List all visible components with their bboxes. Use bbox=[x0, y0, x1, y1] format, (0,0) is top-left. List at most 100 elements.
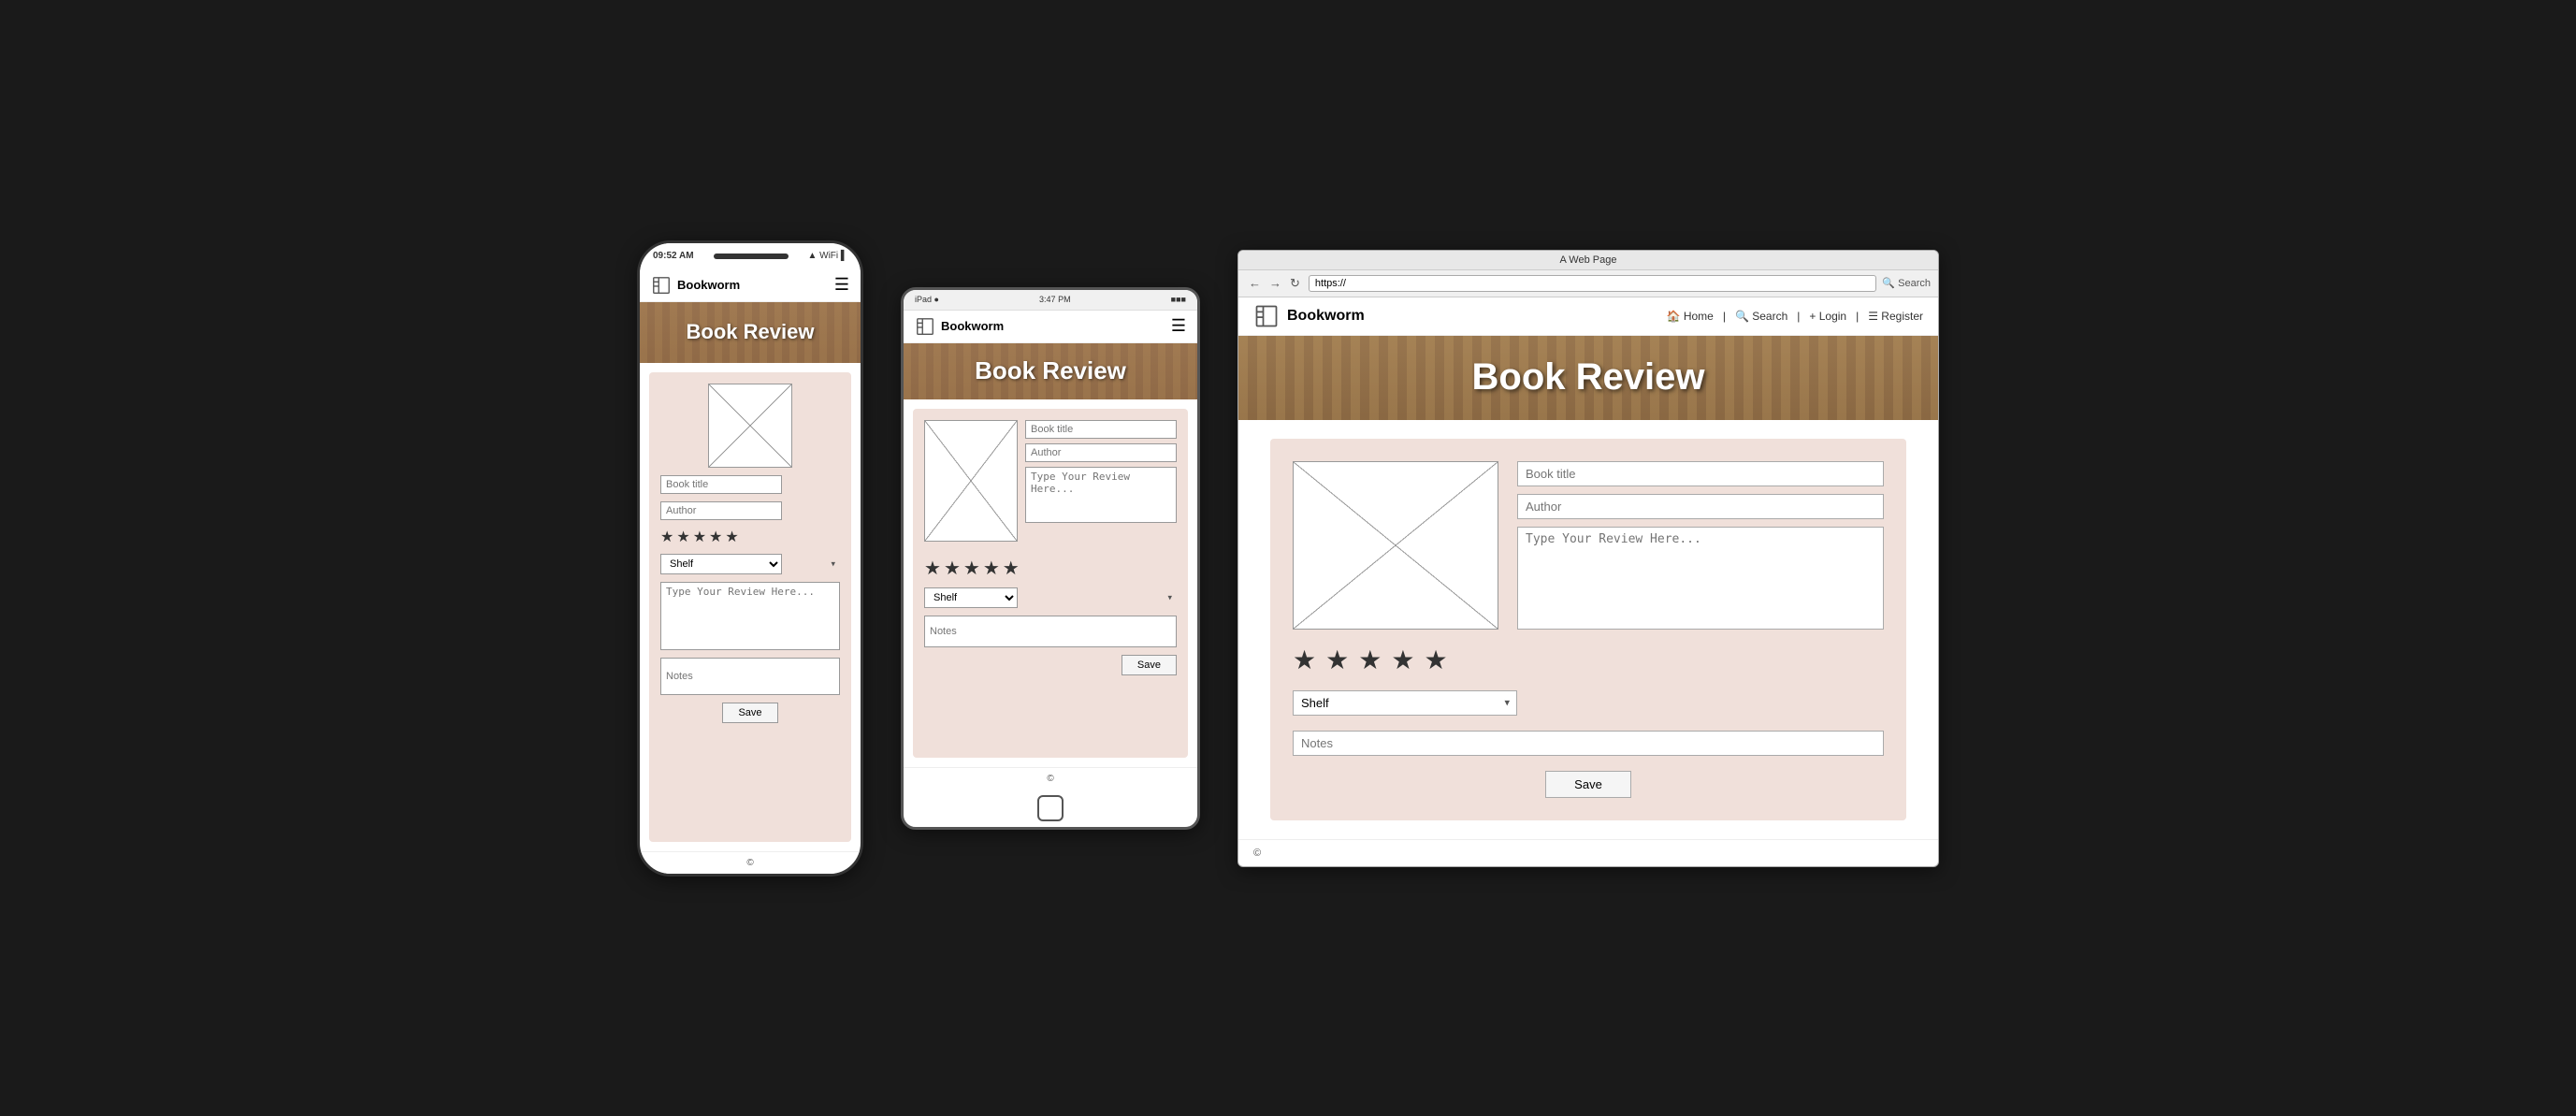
tablet-star-1[interactable]: ★ bbox=[924, 557, 941, 580]
phone-save-button[interactable]: Save bbox=[722, 703, 777, 723]
browser-copyright: © bbox=[1253, 848, 1261, 859]
tablet-status-bar: iPad ● 3:47 PM ■■■ bbox=[904, 290, 1197, 311]
tablet-book-title-input[interactable] bbox=[1025, 420, 1177, 439]
tablet-star-3[interactable]: ★ bbox=[963, 557, 980, 580]
tablet-hero-title: Book Review bbox=[975, 356, 1126, 385]
tablet-right-column bbox=[1025, 420, 1177, 542]
browser-form-card: ★ ★ ★ ★ ★ Shelf Read Reading Want to Rea… bbox=[1270, 439, 1906, 820]
phone-form-area: ★ ★ ★ ★ ★ Shelf Read Reading Want to Rea… bbox=[649, 372, 851, 842]
tablet-nav: Bookworm ☰ bbox=[904, 311, 1197, 343]
tablet-time: 3:47 PM bbox=[1039, 295, 1071, 304]
browser-star-3[interactable]: ★ bbox=[1358, 645, 1382, 675]
tablet-star-4[interactable]: ★ bbox=[983, 557, 1000, 580]
browser-hero-title: Book Review bbox=[1472, 356, 1705, 399]
browser-title-bar: A Web Page bbox=[1238, 251, 1938, 270]
browser-forward-button[interactable]: → bbox=[1266, 274, 1284, 293]
tablet-logo: Bookworm bbox=[915, 316, 1004, 337]
browser-frame: A Web Page ← → ↻ 🔍 Search Bookworm 🏠 Hom… bbox=[1237, 250, 1939, 867]
browser-star-5[interactable]: ★ bbox=[1424, 645, 1447, 675]
browser-footer: © bbox=[1238, 839, 1938, 866]
nav-register-link[interactable]: ☰ Register bbox=[1868, 310, 1923, 323]
tablet-footer: © bbox=[904, 767, 1197, 790]
tablet-star-2[interactable]: ★ bbox=[944, 557, 961, 580]
browser-stars: ★ ★ ★ ★ ★ bbox=[1293, 645, 1884, 675]
tablet-status-right: ■■■ bbox=[1171, 295, 1186, 304]
tablet-star-5[interactable]: ★ bbox=[1003, 557, 1020, 580]
tablet-book-image bbox=[924, 420, 1018, 542]
phone-book-image bbox=[708, 384, 792, 468]
browser-book-title-input[interactable] bbox=[1517, 461, 1884, 486]
tablet-author-input[interactable] bbox=[1025, 443, 1177, 462]
browser-shelf-wrapper: Shelf Read Reading Want to Read bbox=[1293, 690, 1517, 716]
tablet-shelf-wrapper: Shelf Read Reading Want to Read bbox=[924, 587, 1177, 608]
phone-status-bar: 09:52 AM ▲ WiFi ▌ bbox=[640, 243, 861, 269]
browser-search-label: 🔍 Search bbox=[1882, 277, 1931, 289]
phone-stars: ★ ★ ★ ★ ★ bbox=[660, 528, 840, 546]
phone-logo-text: Bookworm bbox=[677, 278, 740, 292]
browser-back-button[interactable]: ← bbox=[1246, 274, 1264, 293]
phone-hero-title: Book Review bbox=[687, 320, 815, 344]
phone-shelf-select[interactable]: Shelf Read Reading Want to Read bbox=[660, 554, 782, 574]
browser-nav-row: Bookworm 🏠 Home | 🔍 Search | + Login | ☰… bbox=[1238, 297, 1938, 336]
phone-review-textarea[interactable] bbox=[660, 582, 840, 650]
browser-notes-input[interactable] bbox=[1293, 731, 1884, 756]
phone-copyright: © bbox=[746, 858, 753, 868]
tablet-copyright: © bbox=[1047, 774, 1053, 784]
browser-shelf-select[interactable]: Shelf Read Reading Want to Read bbox=[1293, 690, 1517, 716]
phone-star-1[interactable]: ★ bbox=[660, 528, 673, 546]
browser-logo: Bookworm bbox=[1253, 303, 1365, 329]
phone-book-title-input[interactable] bbox=[660, 475, 782, 494]
tablet-notes-input[interactable] bbox=[924, 616, 1177, 647]
tablet-menu-button[interactable]: ☰ bbox=[1171, 316, 1186, 336]
browser-content: ★ ★ ★ ★ ★ Shelf Read Reading Want to Rea… bbox=[1238, 420, 1938, 839]
tablet-review-textarea[interactable] bbox=[1025, 467, 1177, 523]
phone-star-3[interactable]: ★ bbox=[693, 528, 706, 546]
phone-time: 09:52 AM bbox=[653, 251, 694, 261]
phone-hero: Book Review bbox=[640, 302, 861, 363]
tablet-stars: ★ ★ ★ ★ ★ bbox=[924, 557, 1177, 580]
browser-star-1[interactable]: ★ bbox=[1293, 645, 1316, 675]
phone-menu-button[interactable]: ☰ bbox=[834, 275, 849, 295]
tablet-frame: iPad ● 3:47 PM ■■■ Bookworm ☰ Book Revie… bbox=[901, 287, 1200, 830]
phone-footer: © bbox=[640, 851, 861, 874]
tablet-book-icon bbox=[915, 316, 935, 337]
browser-toolbar: ← → ↻ 🔍 Search bbox=[1238, 270, 1938, 297]
tablet-home-button[interactable] bbox=[1037, 795, 1064, 821]
phone-notes-input[interactable] bbox=[660, 658, 840, 695]
phone-star-4[interactable]: ★ bbox=[709, 528, 722, 546]
browser-book-image bbox=[1293, 461, 1498, 630]
browser-review-textarea[interactable] bbox=[1517, 527, 1884, 630]
browser-page-title: A Web Page bbox=[1560, 254, 1617, 266]
browser-nav-buttons: ← → ↻ bbox=[1246, 274, 1303, 293]
browser-book-icon bbox=[1253, 303, 1280, 329]
mobile-phone-frame: 09:52 AM ▲ WiFi ▌ Bookworm ☰ Book Review… bbox=[637, 240, 863, 877]
phone-star-2[interactable]: ★ bbox=[676, 528, 689, 546]
browser-star-2[interactable]: ★ bbox=[1325, 645, 1349, 675]
phone-status-icons: ▲ WiFi ▌ bbox=[807, 251, 847, 261]
phone-nav: Bookworm ☰ bbox=[640, 269, 861, 302]
browser-form-top bbox=[1293, 461, 1884, 630]
browser-author-input[interactable] bbox=[1517, 494, 1884, 519]
tablet-shelf-select[interactable]: Shelf Read Reading Want to Read bbox=[924, 587, 1018, 608]
nav-login-link[interactable]: + Login bbox=[1809, 310, 1846, 323]
browser-logo-text: Bookworm bbox=[1287, 308, 1365, 325]
nav-home-link[interactable]: 🏠 Home bbox=[1667, 310, 1714, 323]
browser-hero: Book Review bbox=[1238, 336, 1938, 420]
browser-right-column bbox=[1517, 461, 1884, 630]
phone-shelf-wrapper: Shelf Read Reading Want to Read bbox=[660, 554, 840, 574]
nav-search-link[interactable]: 🔍 Search bbox=[1735, 310, 1787, 323]
phone-star-5[interactable]: ★ bbox=[725, 528, 738, 546]
browser-star-4[interactable]: ★ bbox=[1391, 645, 1414, 675]
tablet-hero: Book Review bbox=[904, 343, 1197, 399]
tablet-logo-text: Bookworm bbox=[941, 319, 1004, 333]
browser-refresh-button[interactable]: ↻ bbox=[1287, 274, 1303, 293]
phone-author-input[interactable] bbox=[660, 501, 782, 520]
tablet-save-wrapper: Save bbox=[924, 655, 1177, 675]
tablet-status-left: iPad ● bbox=[915, 295, 939, 304]
tablet-form-top bbox=[924, 420, 1177, 542]
book-icon bbox=[651, 275, 672, 296]
tablet-save-button[interactable]: Save bbox=[1122, 655, 1177, 675]
browser-nav-links: 🏠 Home | 🔍 Search | + Login | ☰ Register bbox=[1667, 310, 1923, 323]
browser-save-button[interactable]: Save bbox=[1545, 771, 1631, 798]
browser-url-bar[interactable] bbox=[1309, 275, 1876, 292]
